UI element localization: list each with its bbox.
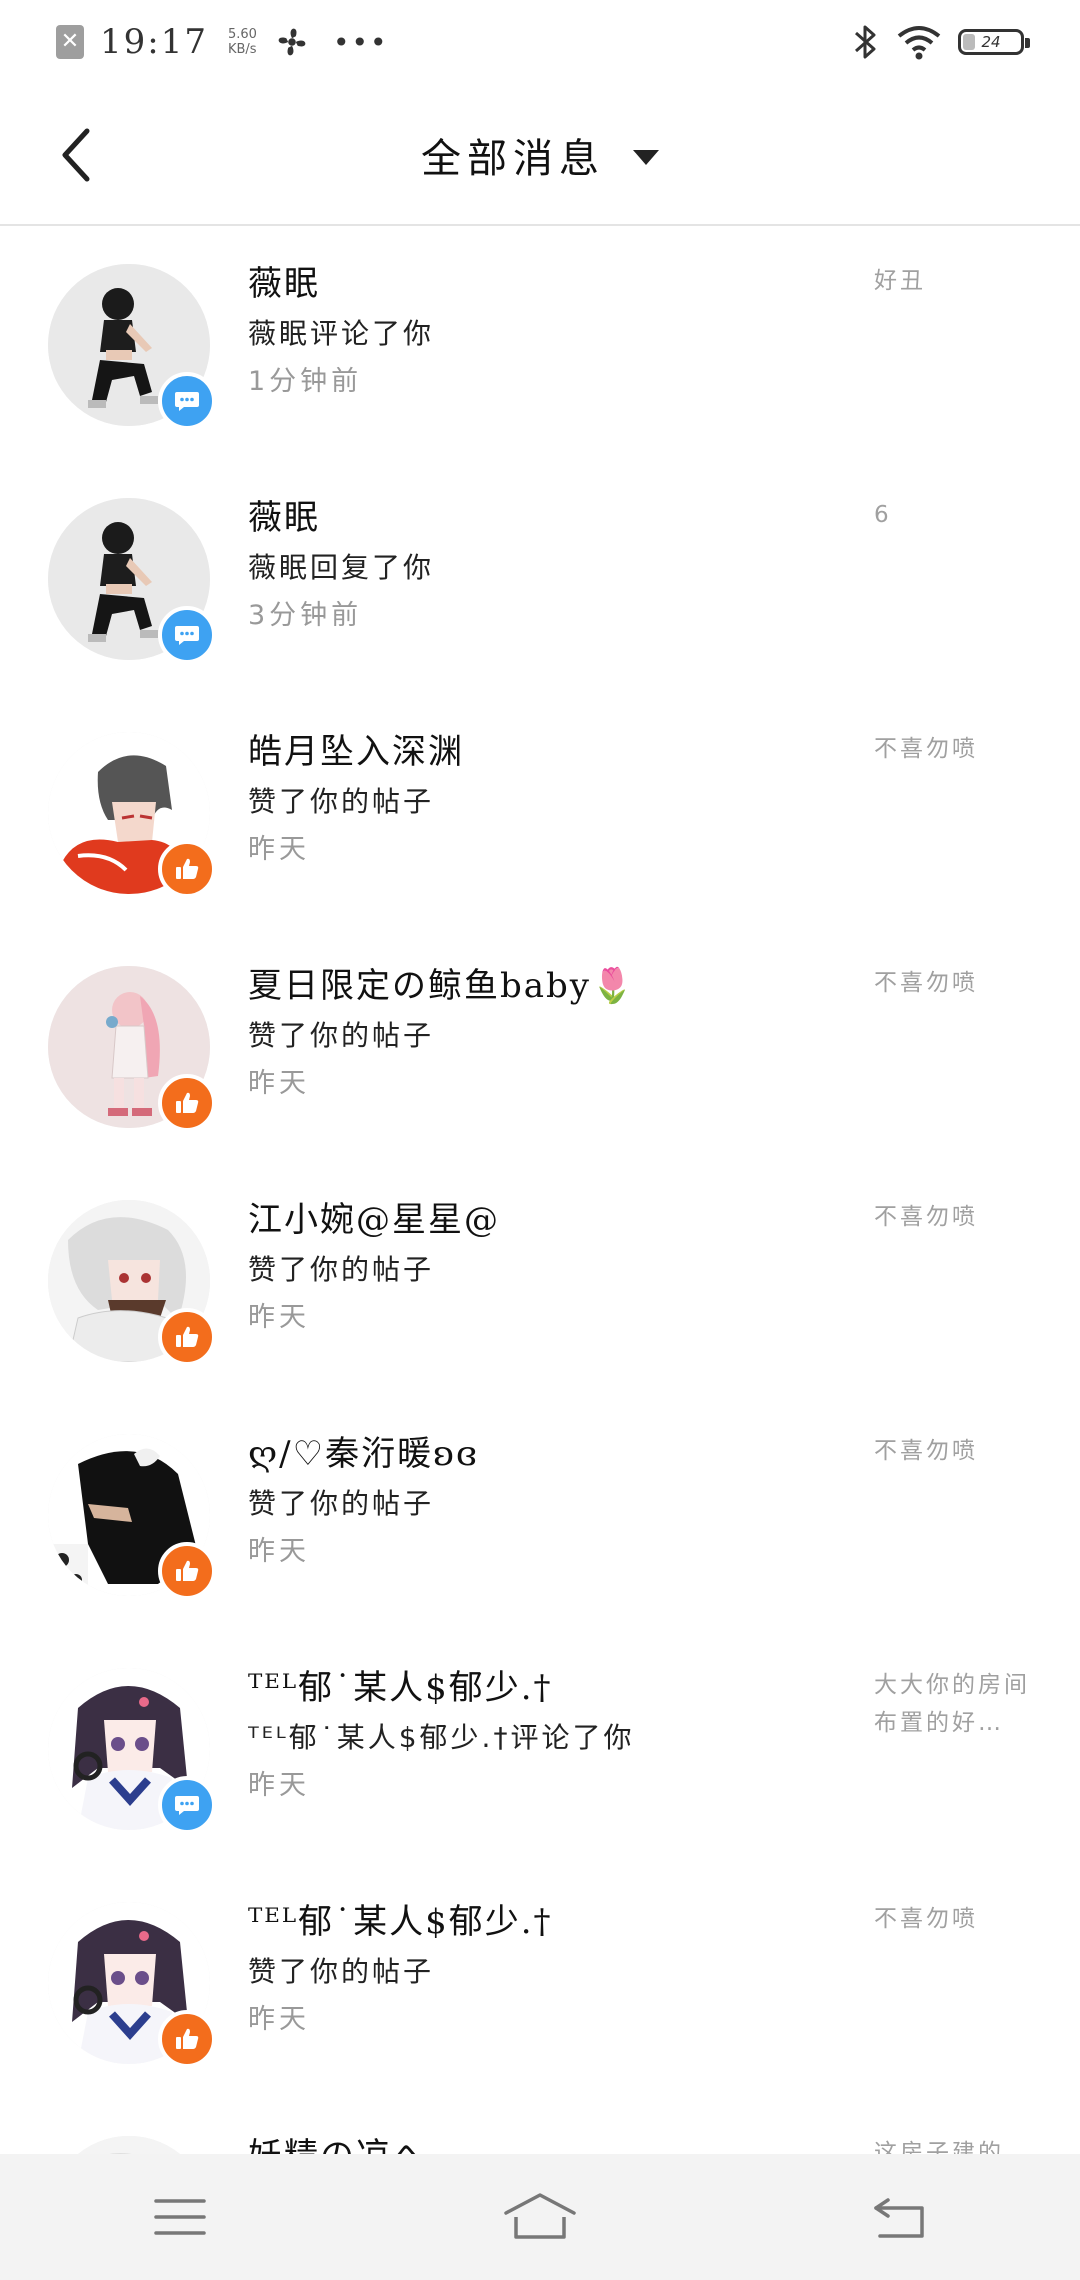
message-time: 1分钟前 [248, 366, 363, 397]
user-name[interactable]: ᵀᴱᴸ郁˙某人$郁少.† [248, 1662, 848, 1714]
message-time: 昨天 [248, 1302, 310, 1333]
caret-down-icon [633, 149, 659, 165]
message-item[interactable]: ღ/♡秦洐暖ʚɞ 赞了你的帖子 昨天 不喜勿喷 [0, 1396, 1080, 1630]
message-texts: 薇眠 薇眠回复了你 3分钟前 [248, 492, 848, 640]
thumbs-up-icon [176, 1560, 199, 1581]
message-item[interactable]: 皓月坠入深渊 赞了你的帖子 昨天 不喜勿喷 [0, 694, 1080, 928]
message-action: ᵀᴱᴸ郁˙某人$郁少.†评论了你 [248, 1721, 635, 1754]
user-name[interactable]: 夏日限定の鲸鱼baby🌷 [248, 960, 848, 1012]
message-time: 昨天 [248, 2004, 310, 2035]
top-header: 全部消息 [0, 84, 1080, 226]
fan-app-icon [278, 28, 306, 56]
message-item[interactable]: ᵀᴱᴸ郁˙某人$郁少.† ᵀᴱᴸ郁˙某人$郁少.†评论了你 昨天 大大你的房间布… [0, 1630, 1080, 1864]
message-texts: ᵀᴱᴸ郁˙某人$郁少.† ᵀᴱᴸ郁˙某人$郁少.†评论了你 昨天 [248, 1662, 848, 1810]
thumbs-up-icon [176, 1092, 199, 1113]
user-name[interactable]: 薇眠 [248, 258, 848, 310]
message-texts: ღ/♡秦洐暖ʚɞ 赞了你的帖子 昨天 [248, 1428, 848, 1576]
app-root: ✕ 19:17 5.60 KB/s ••• 24 全部消息 薇眠 薇眠评论了你 … [0, 0, 1080, 2280]
clock: 19:17 [100, 22, 208, 62]
message-texts: ᵀᴱᴸ郁˙某人$郁少.† 赞了你的帖子 昨天 [248, 1896, 848, 2044]
message-action: 赞了你的帖子 [248, 1955, 435, 1988]
referenced-content: 不喜勿喷 [874, 1204, 978, 1230]
message-action: 赞了你的帖子 [248, 785, 435, 818]
message-time: 3分钟前 [248, 600, 363, 631]
like-badge [158, 1074, 216, 1132]
user-name[interactable]: 江小婉@星星@ [248, 1194, 848, 1246]
message-texts: 江小婉@星星@ 赞了你的帖子 昨天 [248, 1194, 848, 1342]
comment-badge [158, 372, 216, 430]
message-action: 赞了你的帖子 [248, 1019, 435, 1052]
message-item[interactable]: 江小婉@星星@ 赞了你的帖子 昨天 不喜勿喷 [0, 1162, 1080, 1396]
status-bar-left: ✕ 19:17 5.60 KB/s ••• [56, 22, 388, 62]
comment-badge [158, 606, 216, 664]
referenced-content: 6 [874, 502, 892, 528]
thumbs-up-icon [176, 858, 199, 879]
user-name[interactable]: ღ/♡秦洐暖ʚɞ [248, 1428, 848, 1480]
message-texts: 皓月坠入深渊 赞了你的帖子 昨天 [248, 726, 848, 874]
comment-icon [175, 626, 199, 645]
bluetooth-icon [855, 25, 876, 59]
status-bar-right: 24 [852, 22, 1030, 62]
battery-level: 24 [981, 33, 1001, 51]
referenced-content: 不喜勿喷 [874, 970, 978, 996]
close-notification-icon: ✕ [56, 25, 84, 59]
message-time: 昨天 [248, 1068, 310, 1099]
message-item[interactable]: 薇眠 薇眠回复了你 3分钟前 6 [0, 460, 1080, 694]
message-action: 薇眠评论了你 [248, 317, 435, 350]
message-action: 赞了你的帖子 [248, 1253, 435, 1286]
like-badge [158, 1542, 216, 1600]
like-badge [158, 1308, 216, 1366]
comment-icon [175, 1796, 199, 1815]
network-speed-unit: KB/s [227, 42, 257, 57]
referenced-content: 不喜勿喷 [874, 1906, 978, 1932]
menu-button[interactable] [120, 2172, 240, 2262]
page-title: 全部消息 [421, 136, 605, 182]
message-item[interactable]: 薇眠 薇眠评论了你 1分钟前 好丑 [0, 226, 1080, 460]
back-nav-button[interactable] [840, 2172, 960, 2262]
like-badge [158, 840, 216, 898]
comment-badge [158, 1776, 216, 1834]
referenced-content: 不喜勿喷 [874, 1438, 978, 1464]
return-icon [874, 2198, 924, 2238]
thumbs-up-icon [176, 2028, 199, 2049]
menu-icon [154, 2199, 206, 2235]
referenced-content: 好丑 [874, 268, 926, 294]
referenced-content: 不喜勿喷 [874, 736, 978, 762]
home-icon [504, 2193, 576, 2239]
system-nav-bar [0, 2154, 1080, 2280]
user-name[interactable]: 薇眠 [248, 492, 848, 544]
message-texts: 薇眠 薇眠评论了你 1分钟前 [248, 258, 848, 406]
user-name[interactable]: ᵀᴱᴸ郁˙某人$郁少.† [248, 1896, 848, 1948]
thumbs-up-icon [176, 1326, 199, 1347]
message-item[interactable]: 夏日限定の鲸鱼baby🌷 赞了你的帖子 昨天 不喜勿喷 [0, 928, 1080, 1162]
message-list: 薇眠 薇眠评论了你 1分钟前 好丑 薇眠 薇眠回复了你 3分钟前 6 皓月坠入深… [0, 226, 1080, 2280]
message-time: 昨天 [248, 834, 310, 865]
status-bar: ✕ 19:17 5.60 KB/s ••• 24 [0, 0, 1080, 84]
network-speed-value: 5.60 [227, 27, 257, 42]
message-action: 薇眠回复了你 [248, 551, 435, 584]
message-texts: 夏日限定の鲸鱼baby🌷 赞了你的帖子 昨天 [248, 960, 848, 1108]
message-item[interactable]: ᵀᴱᴸ郁˙某人$郁少.† 赞了你的帖子 昨天 不喜勿喷 [0, 1864, 1080, 2098]
like-badge [158, 2010, 216, 2068]
message-filter-dropdown[interactable]: 全部消息 [0, 126, 1080, 184]
message-time: 昨天 [248, 1770, 310, 1801]
user-name[interactable]: 皓月坠入深渊 [248, 726, 848, 778]
more-notifications-icon: ••• [332, 25, 389, 59]
message-time: 昨天 [248, 1536, 310, 1567]
battery-icon: 24 [958, 29, 1030, 55]
network-speed: 5.60 KB/s [228, 27, 257, 57]
wifi-icon [897, 26, 941, 60]
message-action: 赞了你的帖子 [248, 1487, 435, 1520]
referenced-content: 大大你的房间布置的好… [874, 1672, 1030, 1736]
home-button[interactable] [480, 2172, 600, 2262]
comment-icon [175, 392, 199, 411]
